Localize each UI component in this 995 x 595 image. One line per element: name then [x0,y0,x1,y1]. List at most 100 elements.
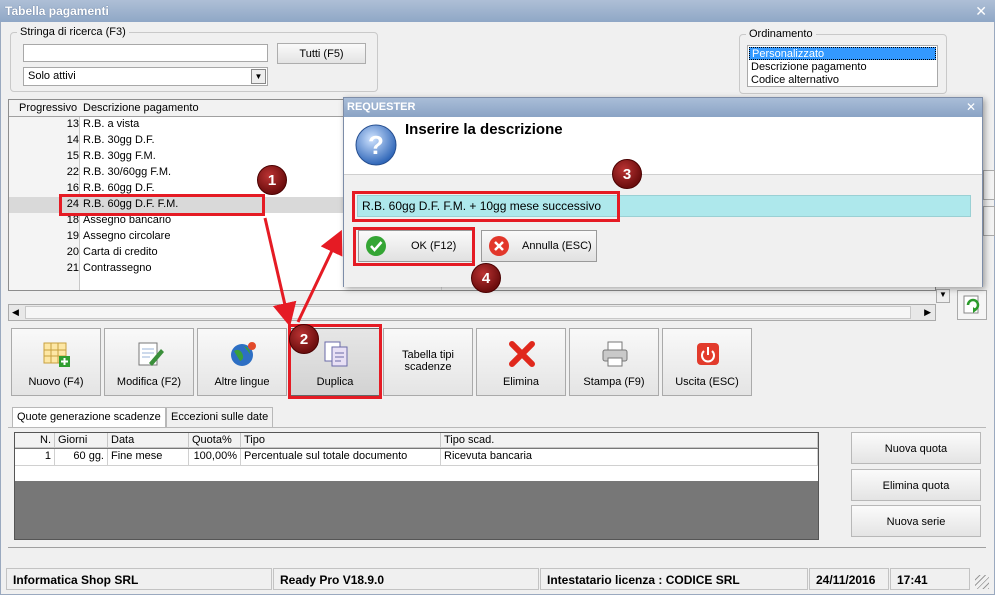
column-header[interactable]: Quota% [189,433,241,448]
quote-cell[interactable]: 60 gg. [55,449,108,465]
quote-cell[interactable]: Percentuale sul totale documento [241,449,441,465]
all-button[interactable]: Tutti (F5) [277,43,366,64]
status-date: 24/11/2016 [809,568,889,590]
row-number: 19 [66,230,79,242]
status-license: Intestatario licenza : CODICE SRL [540,568,808,590]
side-scroll-button[interactable] [983,170,995,200]
row-number: 15 [66,150,79,162]
search-input[interactable] [23,44,268,62]
status-company: Informatica Shop SRL [6,568,272,590]
ordering-legend: Ordinamento [749,28,813,40]
column-header[interactable]: Tipo [241,433,441,448]
tab-divider [8,427,986,428]
new-series-button[interactable]: Nuova serie [851,505,981,537]
refresh-button[interactable] [957,290,987,320]
close-icon[interactable]: ✕ [966,100,976,114]
new-quota-button[interactable]: Nuova quota [851,432,981,464]
filter-select-value: Solo attivi [28,70,76,82]
new-button-label: Nuovo (F4) [28,376,84,388]
edit-button-label: Modifica (F2) [116,376,182,388]
edit-icon [138,342,164,366]
row-description: R.B. 30gg D.F. [83,134,155,146]
row-number: 21 [66,262,79,274]
row-number: 14 [66,134,79,146]
deadline-types-label: Tabella tipi scadenze [402,349,454,373]
status-divider [8,547,986,548]
dialog-title: REQUESTER [347,101,416,113]
quote-cell[interactable]: 100,00% [189,449,241,465]
row-description: Carta di credito [83,246,158,258]
cancel-button-label: Annulla (ESC) [522,240,592,252]
row-number: 22 [66,166,79,178]
power-icon [697,343,719,365]
column-header[interactable]: Tipo scad. [441,433,818,448]
delete-quota-button[interactable]: Elimina quota [851,469,981,501]
cancel-icon [489,236,509,256]
ordering-list[interactable]: Personalizzato Descrizione pagamento Cod… [747,45,938,87]
row-description: Contrassegno [83,262,152,274]
close-icon[interactable]: ✕ [975,3,987,20]
column-header[interactable]: Giorni [55,433,108,448]
svg-text:?: ? [368,130,384,160]
filter-select[interactable]: Solo attivi ▼ [23,67,268,86]
highlight-selected-row [59,194,265,216]
exit-button-label: Uscita (ESC) [675,376,739,388]
side-scroll-button[interactable] [983,206,995,236]
row-number: 13 [66,118,79,130]
languages-button[interactable]: Altre lingue [197,328,287,396]
row-number: 20 [66,246,79,258]
status-version: Ready Pro V18.9.0 [273,568,539,590]
cancel-button[interactable]: Annulla (ESC) [481,230,597,262]
delete-button-label: Elimina [502,376,540,388]
status-time: 17:41 [890,568,970,590]
row-description: R.B. 30/60gg F.M. [83,166,172,178]
languages-button-label: Altre lingue [214,376,270,388]
new-grid-icon [43,342,70,367]
search-legend: Stringa di ricerca (F3) [20,26,126,38]
ordering-option[interactable]: Personalizzato [749,47,936,60]
step-badge-2: 2 [289,324,319,354]
highlight-ok-button [353,227,475,266]
window-title: Tabella pagamenti [5,4,109,18]
ordering-option[interactable]: Descrizione pagamento [751,61,867,73]
exit-button[interactable]: Uscita (ESC) [662,328,752,396]
delete-button[interactable]: Elimina [476,328,566,396]
row-description: Assegno circolare [83,230,171,242]
printer-icon [602,341,628,367]
dialog-titlebar: REQUESTER ✕ [344,98,982,117]
quote-cell[interactable]: 1 [15,449,55,465]
chevron-down-icon[interactable]: ▼ [251,69,266,84]
new-button[interactable]: Nuovo (F4) [11,328,101,396]
ordering-option[interactable]: Codice alternativo [751,74,839,86]
new-row[interactable] [15,465,818,481]
step-badge-4: 4 [471,263,501,293]
column-header[interactable]: Descrizione pagamento [83,102,199,114]
delete-x-icon [509,341,535,367]
row-description: R.B. 60gg D.F. [83,182,155,194]
scrollbar-thumb[interactable] [25,306,911,319]
quote-cell[interactable]: Fine mese [108,449,189,465]
refresh-icon [963,295,980,314]
quotes-grid[interactable]: N. Giorni Data Quota% Tipo Tipo scad. 1 … [14,432,819,540]
row-description: R.B. 30gg F.M. [83,150,156,162]
scroll-down-icon[interactable]: ▼ [936,289,950,303]
column-header[interactable]: Progressivo [19,102,77,114]
quote-cell[interactable]: Ricevuta bancaria [441,449,818,465]
horizontal-scrollbar[interactable]: ◀ ▶ [8,304,936,321]
globe-icon [231,342,256,366]
column-header[interactable]: N. [15,433,55,448]
print-button[interactable]: Stampa (F9) [569,328,659,396]
window-titlebar: Tabella pagamenti ✕ [0,0,995,22]
step-badge-1: 1 [257,165,287,195]
tab-date-exceptions[interactable]: Eccezioni sulle date [166,407,274,427]
edit-button[interactable]: Modifica (F2) [104,328,194,396]
arrow-left-icon[interactable]: ◀ [12,307,19,318]
tab-quotes[interactable]: Quote generazione scadenze [12,407,166,428]
resize-grip-icon[interactable] [975,575,989,589]
deadline-types-button[interactable]: Tabella tipi scadenze [383,328,473,396]
row-description: R.B. a vista [83,118,140,130]
row-number: 16 [66,182,79,194]
column-header[interactable]: Data [108,433,189,448]
arrow-right-icon[interactable]: ▶ [924,307,931,318]
question-icon: ? [355,124,397,166]
